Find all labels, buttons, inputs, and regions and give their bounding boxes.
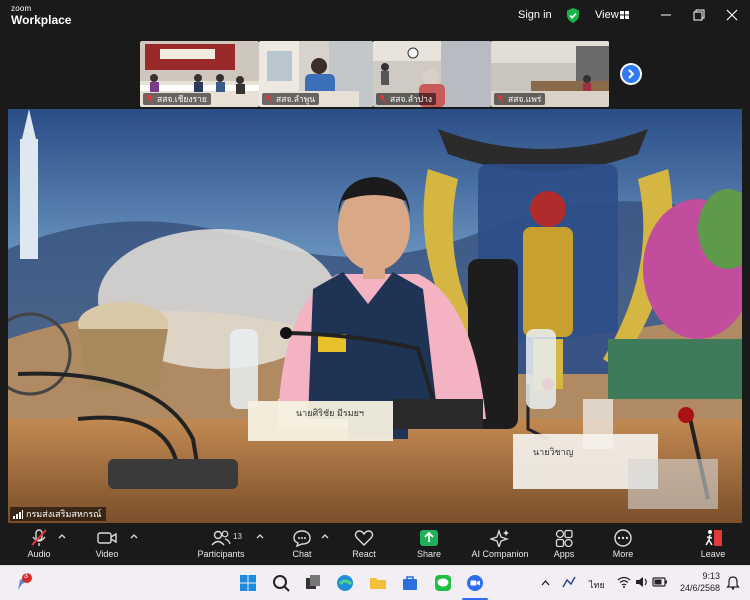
participants-icon: [211, 530, 231, 546]
minimize-icon[interactable]: [659, 8, 673, 22]
speaker-video-frame: [8, 109, 742, 523]
chevron-right-icon: [628, 69, 635, 79]
line-app-button[interactable]: [432, 572, 454, 594]
participants-button[interactable]: Participants: [186, 527, 256, 563]
video-label: Video: [95, 549, 119, 559]
view-button[interactable]: View: [595, 9, 619, 21]
participants-label: Participants: [197, 549, 245, 559]
chat-bubble-icon: [293, 530, 311, 547]
mic-muted-icon: [146, 95, 153, 103]
brand-large: Workplace: [11, 13, 72, 27]
notification-count: 3: [24, 573, 28, 580]
share-button[interactable]: Share: [394, 527, 464, 563]
edge-browser-icon: [337, 575, 353, 591]
react-label: React: [352, 549, 376, 559]
mic-muted-icon: [379, 95, 386, 103]
close-icon[interactable]: [725, 8, 739, 22]
nameplate-right-text: นายวิชาญ: [533, 447, 574, 457]
clock[interactable]: 9:13 24/6/2568: [672, 571, 720, 593]
edge-button[interactable]: [334, 572, 356, 594]
line-chat-icon: [435, 575, 451, 591]
language-indicator[interactable]: ไทย: [589, 578, 605, 592]
leave-label: Leave: [700, 549, 726, 559]
tray-overflow-chevron-icon[interactable]: [541, 579, 550, 586]
search-icon: [273, 575, 290, 592]
share-screen-icon: [420, 530, 438, 546]
folder-icon: [370, 578, 386, 589]
task-view-icon: [306, 575, 320, 589]
zoom-app-button[interactable]: [464, 572, 486, 594]
zoom-window: zoom Workplace Sign in View สสจ.เชียงราย…: [0, 0, 750, 600]
windows-taskbar: 3 ไทย 9:13 24/6/2568: [0, 565, 750, 600]
audio-label: Audio: [27, 549, 51, 559]
store-button[interactable]: [399, 572, 421, 594]
participant-thumb-3[interactable]: สสจ.ลำปาง: [373, 41, 491, 107]
mic-muted-icon: [497, 95, 504, 103]
chat-label: Chat: [292, 549, 312, 559]
store-bag-icon: [403, 576, 417, 590]
participant-thumb-2[interactable]: สสจ.ลำพูน: [259, 41, 373, 107]
search-button[interactable]: [270, 572, 292, 594]
video-camera-icon: [97, 532, 117, 544]
wifi-icon[interactable]: [617, 576, 631, 588]
more-button[interactable]: More: [588, 527, 658, 563]
sparkle-icon: [490, 529, 510, 547]
file-explorer-button[interactable]: [367, 572, 389, 594]
thumb-label-2: สสจ.ลำพูน: [262, 93, 320, 105]
video-options-chevron-icon[interactable]: [130, 533, 138, 539]
view-grid-icon[interactable]: [620, 11, 629, 19]
notification-widget[interactable]: 3: [10, 572, 32, 594]
participants-count: 13: [233, 532, 242, 541]
nameplate-text: นายศิริชัย มีรมยฯ: [296, 408, 364, 418]
zoom-logo: zoom Workplace: [11, 4, 72, 27]
audio-options-chevron-icon[interactable]: [58, 533, 66, 539]
restore-icon[interactable]: [692, 8, 706, 22]
start-button[interactable]: [237, 572, 259, 594]
leave-button[interactable]: Leave: [678, 527, 748, 563]
thumb-label-3: สสจ.ลำปาง: [376, 93, 437, 105]
sign-in-button[interactable]: Sign in: [518, 9, 552, 21]
pin-icon: [18, 573, 32, 590]
ai-companion-button[interactable]: AI Companion: [465, 527, 535, 563]
volume-icon[interactable]: [635, 576, 649, 588]
apps-icon: [555, 529, 573, 547]
thumb-label-4: สสจ.แพร่: [494, 93, 546, 105]
speaker-name-label: กรมส่งเสริมสหกรณ์: [10, 507, 106, 521]
windows-logo-icon: [240, 575, 256, 591]
leave-door-icon: [705, 530, 722, 546]
clock-date: 24/6/2568: [679, 583, 720, 593]
clock-time: 9:13: [702, 571, 720, 581]
mic-muted-icon: [265, 95, 272, 103]
participants-options-chevron-icon[interactable]: [256, 533, 264, 539]
battery-icon[interactable]: [652, 577, 668, 587]
thumb-label-1: สสจ.เชียงราย: [143, 93, 211, 105]
meeting-toolbar: Audio Video Participants Chat React Shar…: [0, 523, 750, 565]
more-dots-icon: [614, 529, 632, 547]
participant-thumb-1[interactable]: สสจ.เชียงราย: [140, 41, 259, 107]
chat-options-chevron-icon[interactable]: [321, 533, 329, 539]
shield-check-icon[interactable]: [566, 8, 580, 23]
active-speaker-video[interactable]: นายศิริชัย มีรมยฯ นายวิชาญ กรมส่งเสริมสห…: [8, 109, 742, 523]
task-view-button[interactable]: [302, 572, 324, 594]
brand-small: zoom: [11, 4, 32, 13]
signal-bars-icon: [13, 510, 23, 519]
react-button[interactable]: React: [329, 527, 399, 563]
notification-bell-icon[interactable]: [726, 576, 740, 590]
share-label: Share: [416, 549, 442, 559]
mic-muted-icon: [31, 529, 47, 546]
next-thumbnails-button[interactable]: [620, 63, 642, 85]
pen-ime-icon[interactable]: [561, 575, 577, 589]
title-bar: zoom Workplace Sign in View: [0, 0, 750, 32]
zoom-app-icon: [467, 575, 483, 591]
more-label: More: [612, 549, 634, 559]
heart-icon: [354, 530, 374, 546]
participant-thumb-4[interactable]: สสจ.แพร่: [491, 41, 609, 107]
ai-companion-label: AI Companion: [471, 549, 529, 559]
